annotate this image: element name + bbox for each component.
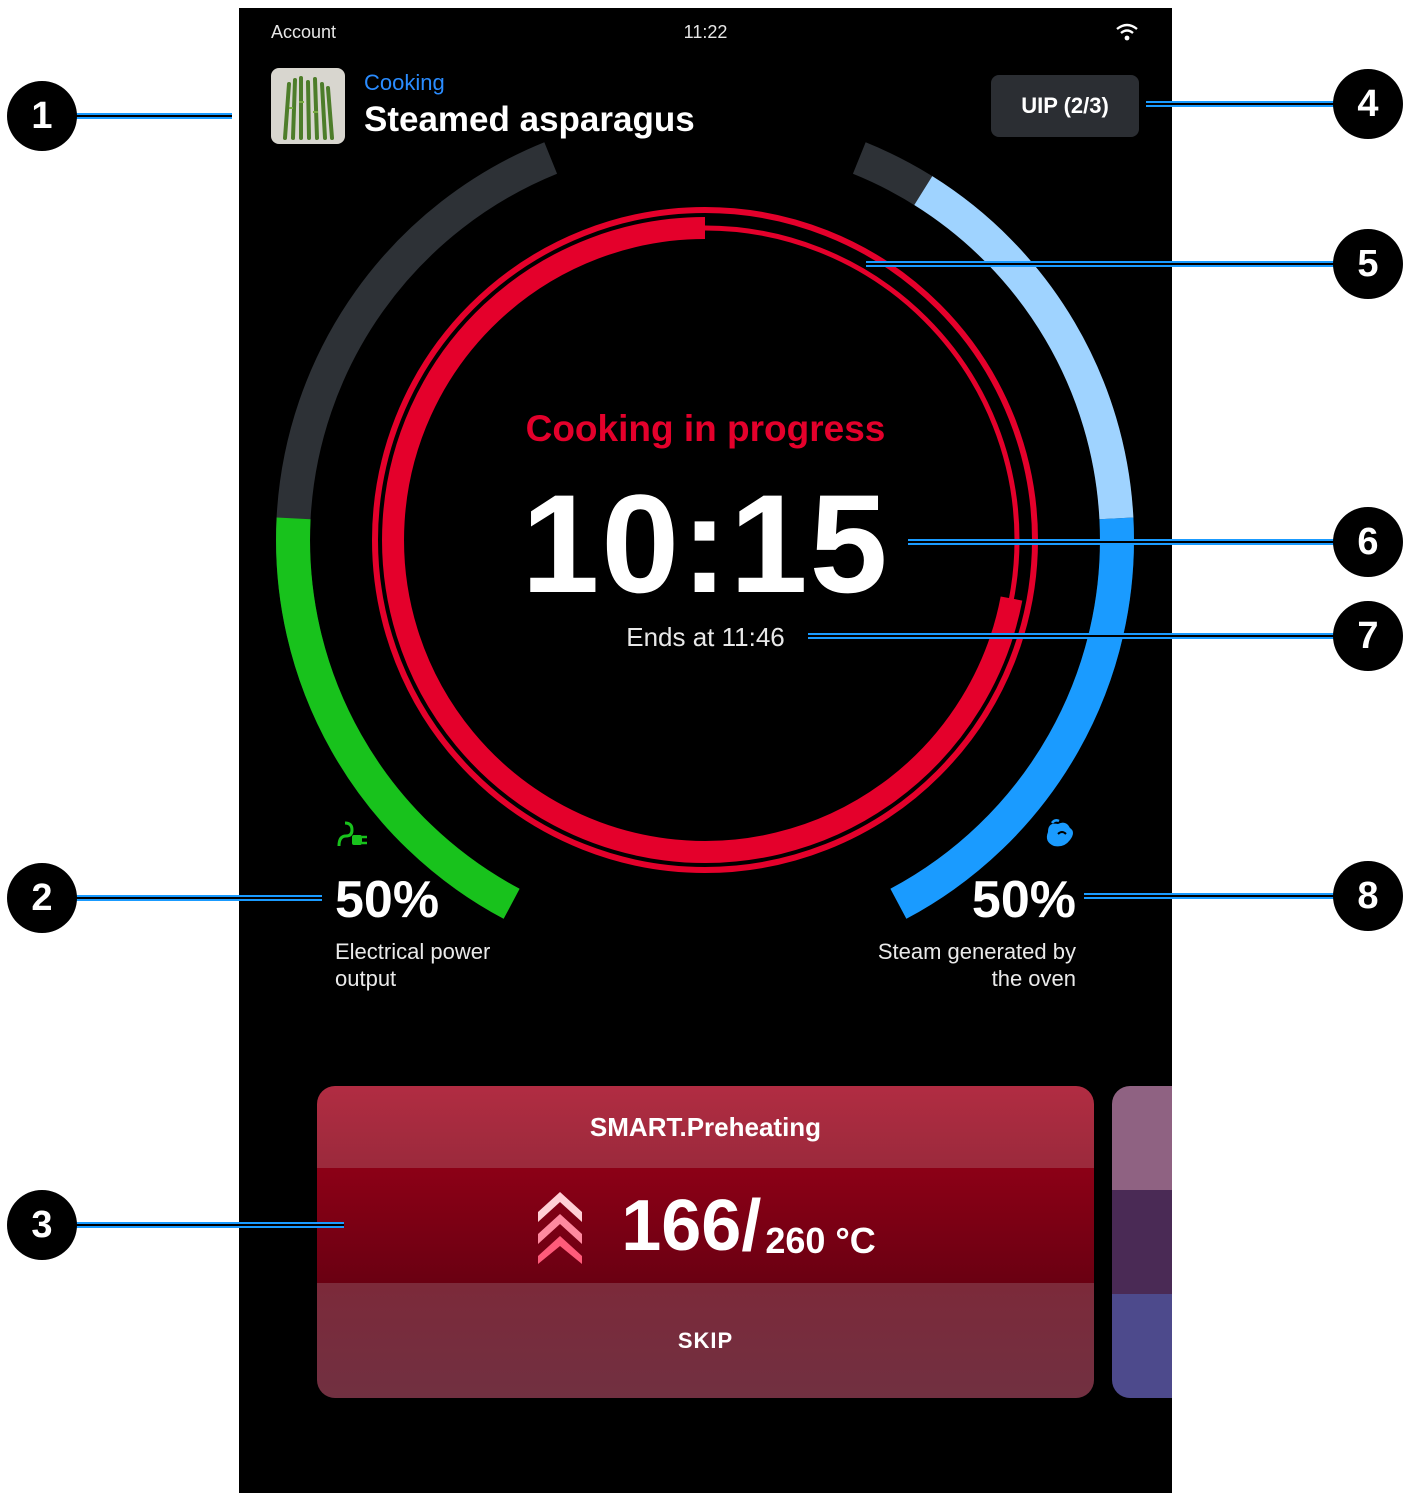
power-label: Electrical power output <box>335 938 490 992</box>
power-label-line2: output <box>335 966 397 991</box>
skip-button[interactable]: SKIP <box>317 1283 1094 1398</box>
oven-screen: Account 11:22 Cooking Steamed asparagus … <box>239 8 1172 1493</box>
callout-4: 4 <box>1333 69 1403 139</box>
power-value: 50% <box>335 871 440 929</box>
callout-6: 6 <box>1333 507 1403 577</box>
callout-5: 5 <box>1333 229 1403 299</box>
callout-8: 8 <box>1333 861 1403 931</box>
steam-label-line1: Steam generated by <box>877 939 1076 964</box>
chevrons-up-icon <box>538 1191 583 1264</box>
next-card-mid <box>1112 1190 1172 1294</box>
cooking-status: Cooking in progress <box>525 408 886 449</box>
end-time: Ends at 11:46 <box>626 622 785 652</box>
callout-2: 2 <box>7 863 77 933</box>
phase-title: SMART.Preheating <box>317 1086 1094 1168</box>
steam-icon <box>1046 819 1073 847</box>
callout-7: 7 <box>1333 601 1403 671</box>
temperature-row: 166/ 260 °C <box>317 1168 1094 1283</box>
steam-label: Steam generated by the oven <box>878 938 1076 992</box>
power-label-line1: Electrical power <box>335 939 491 964</box>
preheating-card[interactable]: SMART.Preheating 166/ 260 °C SKIP <box>317 1086 1094 1398</box>
remaining-time: 10:15 <box>521 465 890 622</box>
steam-label-line2: the oven <box>991 966 1076 991</box>
target-temperature: 260 °C <box>765 1219 876 1261</box>
callout-1: 1 <box>7 81 77 151</box>
next-card-top <box>1112 1086 1172 1190</box>
next-phase-card[interactable] <box>1112 1086 1172 1398</box>
current-temperature: 166/ <box>621 1185 762 1266</box>
callout-3: 3 <box>7 1190 77 1260</box>
steam-value: 50% <box>971 871 1076 929</box>
plug-icon <box>337 821 367 847</box>
next-card-bot <box>1112 1294 1172 1398</box>
